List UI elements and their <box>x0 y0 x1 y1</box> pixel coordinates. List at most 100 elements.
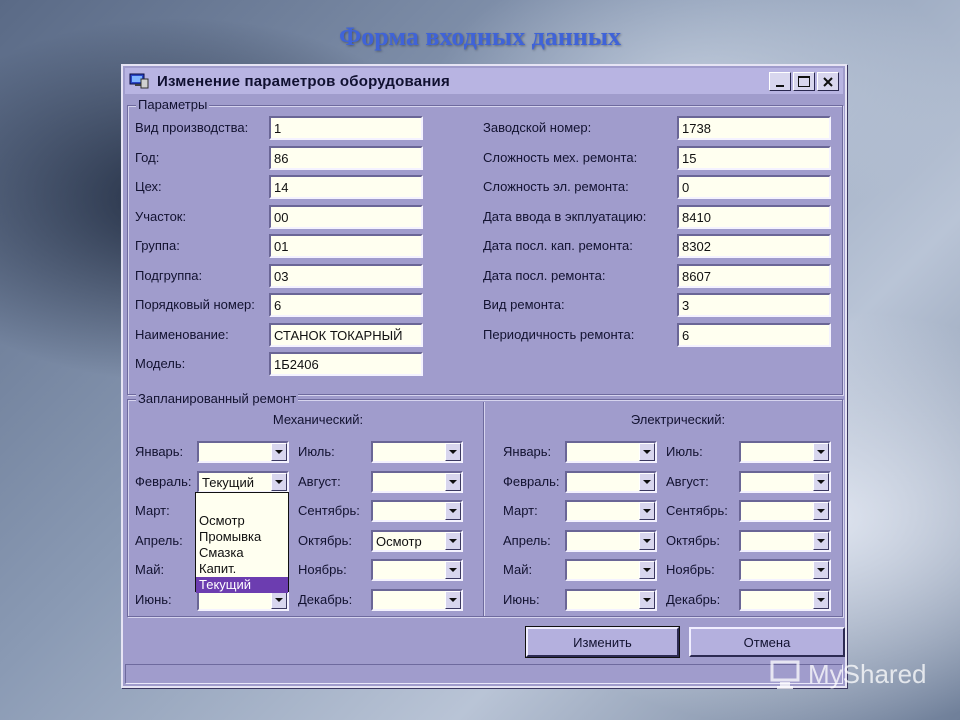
dropdown-arrow-icon[interactable] <box>813 502 829 520</box>
mech-month-label: Июль: <box>298 444 335 459</box>
param-field[interactable] <box>269 323 423 347</box>
dropdown-arrow-icon[interactable] <box>271 443 287 461</box>
param-field[interactable] <box>677 116 831 140</box>
dropdown-arrow-icon[interactable] <box>639 502 655 520</box>
param-field[interactable] <box>269 293 423 317</box>
param-label: Подгруппа: <box>135 268 203 283</box>
dropdown-option[interactable]: Осмотр <box>196 513 288 529</box>
param-field[interactable] <box>677 146 831 170</box>
dropdown-arrow-icon[interactable] <box>813 532 829 550</box>
elec-month-label: Апрель: <box>503 533 551 548</box>
dropdown-arrow-icon[interactable] <box>813 591 829 609</box>
param-field[interactable] <box>269 116 423 140</box>
param-field[interactable] <box>269 234 423 258</box>
dropdown-arrow-icon[interactable] <box>639 473 655 491</box>
title-bar[interactable]: Изменение параметров оборудования <box>125 68 843 94</box>
param-field[interactable] <box>269 175 423 199</box>
elec-repair-select[interactable] <box>565 500 657 522</box>
param-field[interactable] <box>269 352 423 376</box>
repair-type-dropdown-list[interactable]: Осмотр Промывка Смазка Капит. Текущий <box>195 492 289 593</box>
window-title: Изменение параметров оборудования <box>157 72 450 90</box>
param-label: Дата посл. ремонта: <box>483 268 606 283</box>
elec-repair-select[interactable] <box>739 559 831 581</box>
param-label: Участок: <box>135 209 187 224</box>
mech-repair-select[interactable] <box>197 441 289 463</box>
dropdown-arrow-icon[interactable] <box>813 443 829 461</box>
param-field[interactable] <box>269 264 423 288</box>
dropdown-option[interactable]: Текущий <box>196 577 288 593</box>
mech-repair-select[interactable] <box>371 559 463 581</box>
maximize-icon <box>798 76 810 87</box>
param-label: Сложность мех. ремонта: <box>483 150 638 165</box>
triangle-down-icon <box>643 480 651 484</box>
triangle-down-icon <box>817 539 825 543</box>
param-field[interactable] <box>677 264 831 288</box>
dropdown-arrow-icon[interactable] <box>445 443 461 461</box>
watermark: MyShared <box>768 656 927 692</box>
mech-repair-select[interactable]: Осмотр <box>371 530 463 552</box>
dropdown-arrow-icon[interactable] <box>445 532 461 550</box>
param-label: Вид производства: <box>135 120 249 135</box>
dropdown-option[interactable]: Капит. <box>196 561 288 577</box>
elec-month-label: Октябрь: <box>666 533 720 548</box>
mech-repair-select[interactable] <box>371 500 463 522</box>
dropdown-option[interactable]: Смазка <box>196 545 288 561</box>
elec-repair-select[interactable] <box>565 559 657 581</box>
dropdown-arrow-icon[interactable] <box>445 561 461 579</box>
param-field[interactable] <box>677 323 831 347</box>
dropdown-arrow-icon[interactable] <box>271 591 287 609</box>
triangle-down-icon <box>449 568 457 572</box>
maximize-button[interactable] <box>793 72 815 91</box>
mech-repair-select[interactable]: Текущий <box>197 471 289 493</box>
minimize-button[interactable] <box>769 72 791 91</box>
param-field[interactable] <box>677 293 831 317</box>
elec-repair-select[interactable] <box>739 471 831 493</box>
triangle-down-icon <box>449 539 457 543</box>
param-field[interactable] <box>269 146 423 170</box>
cancel-button[interactable]: Отмена <box>689 627 845 657</box>
elec-month-label: Август: <box>666 474 709 489</box>
elec-repair-select[interactable] <box>739 500 831 522</box>
mech-month-label: Сентябрь: <box>298 503 360 518</box>
param-field[interactable] <box>269 205 423 229</box>
dropdown-arrow-icon[interactable] <box>639 561 655 579</box>
dropdown-arrow-icon[interactable] <box>639 591 655 609</box>
triangle-down-icon <box>817 568 825 572</box>
dropdown-arrow-icon[interactable] <box>639 443 655 461</box>
param-field[interactable] <box>677 205 831 229</box>
elec-month-label: Январь: <box>503 444 552 459</box>
dropdown-arrow-icon[interactable] <box>445 591 461 609</box>
param-field[interactable] <box>677 175 831 199</box>
param-label: Заводской номер: <box>483 120 592 135</box>
params-legend: Параметры <box>136 97 210 112</box>
close-button[interactable] <box>817 72 839 91</box>
elec-month-label: Ноябрь: <box>666 562 715 577</box>
mech-repair-select[interactable] <box>371 589 463 611</box>
elec-repair-select[interactable] <box>565 589 657 611</box>
dropdown-arrow-icon[interactable] <box>445 502 461 520</box>
param-label: Сложность эл. ремонта: <box>483 179 629 194</box>
dropdown-arrow-icon[interactable] <box>813 473 829 491</box>
elec-repair-select[interactable] <box>565 471 657 493</box>
elec-month-label: Март: <box>503 503 538 518</box>
dropdown-arrow-icon[interactable] <box>639 532 655 550</box>
mech-month-label: Октябрь: <box>298 533 352 548</box>
dropdown-arrow-icon[interactable] <box>271 473 287 491</box>
slide-title: Форма входных данных <box>338 22 622 51</box>
elec-repair-select[interactable] <box>739 441 831 463</box>
select-value: Осмотр <box>376 534 422 549</box>
dropdown-option[interactable]: Промывка <box>196 529 288 545</box>
mech-repair-select[interactable] <box>371 471 463 493</box>
dropdown-arrow-icon[interactable] <box>445 473 461 491</box>
equipment-dialog: Изменение параметров оборудования Параме… <box>121 64 847 688</box>
elec-repair-select[interactable] <box>739 589 831 611</box>
elec-repair-select[interactable] <box>565 530 657 552</box>
param-field[interactable] <box>677 234 831 258</box>
mech-repair-select[interactable] <box>371 441 463 463</box>
status-bar <box>125 664 843 684</box>
triangle-down-icon <box>643 598 651 602</box>
elec-repair-select[interactable] <box>565 441 657 463</box>
save-button[interactable]: Изменить <box>525 626 680 658</box>
dropdown-arrow-icon[interactable] <box>813 561 829 579</box>
elec-repair-select[interactable] <box>739 530 831 552</box>
